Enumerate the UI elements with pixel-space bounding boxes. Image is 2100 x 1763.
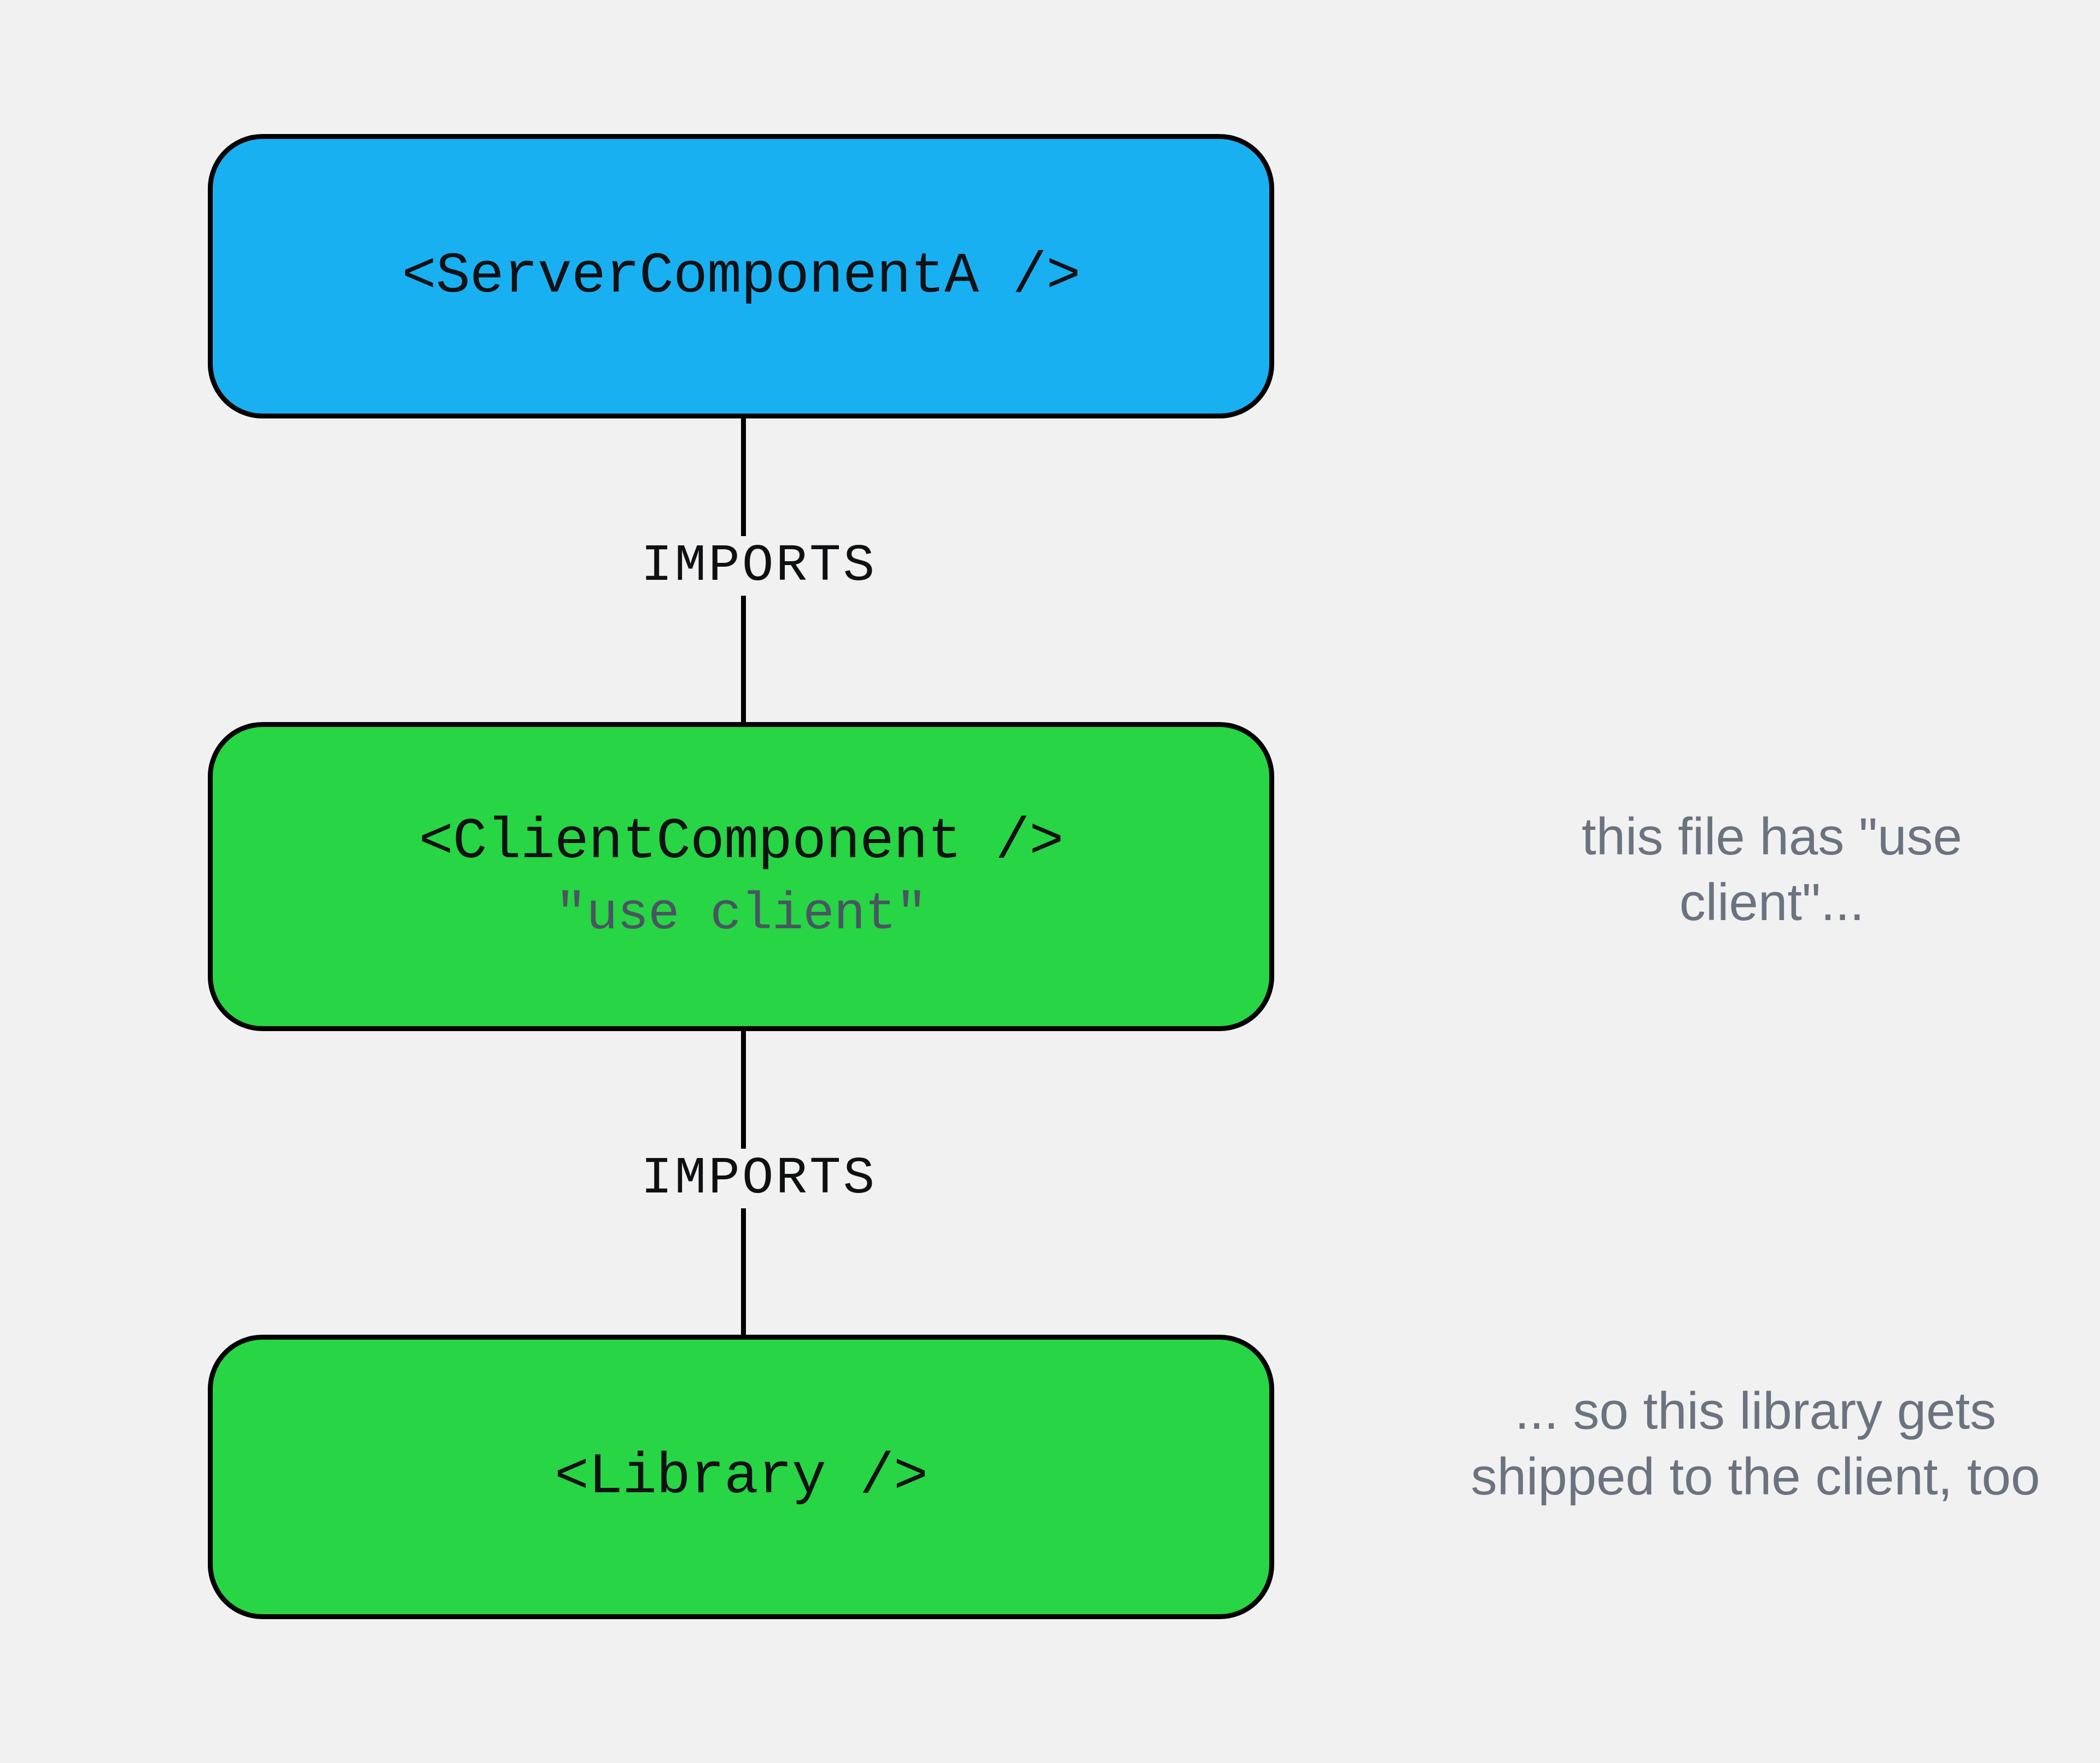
node-library: <Library />	[208, 1335, 1274, 1619]
edge-label-imports: IMPORTS	[623, 536, 894, 596]
annotation-library-shipped: ... so this library gets shipped to the …	[1466, 1378, 2045, 1510]
annotation-use-client: this file has "use client"...	[1526, 804, 2018, 935]
node-server-component: <ServerComponentA />	[208, 134, 1274, 418]
edge-label-imports: IMPORTS	[623, 1149, 894, 1208]
diagram: IMPORTS IMPORTS <ServerComponentA /> <Cl…	[0, 0, 2100, 1763]
node-title: <ClientComponent />	[419, 810, 1063, 875]
node-title: <ServerComponentA />	[402, 244, 1080, 309]
node-title: <Library />	[555, 1445, 928, 1510]
node-subtitle: "use client"	[555, 885, 926, 944]
node-client-component: <ClientComponent /> "use client"	[208, 722, 1274, 1031]
